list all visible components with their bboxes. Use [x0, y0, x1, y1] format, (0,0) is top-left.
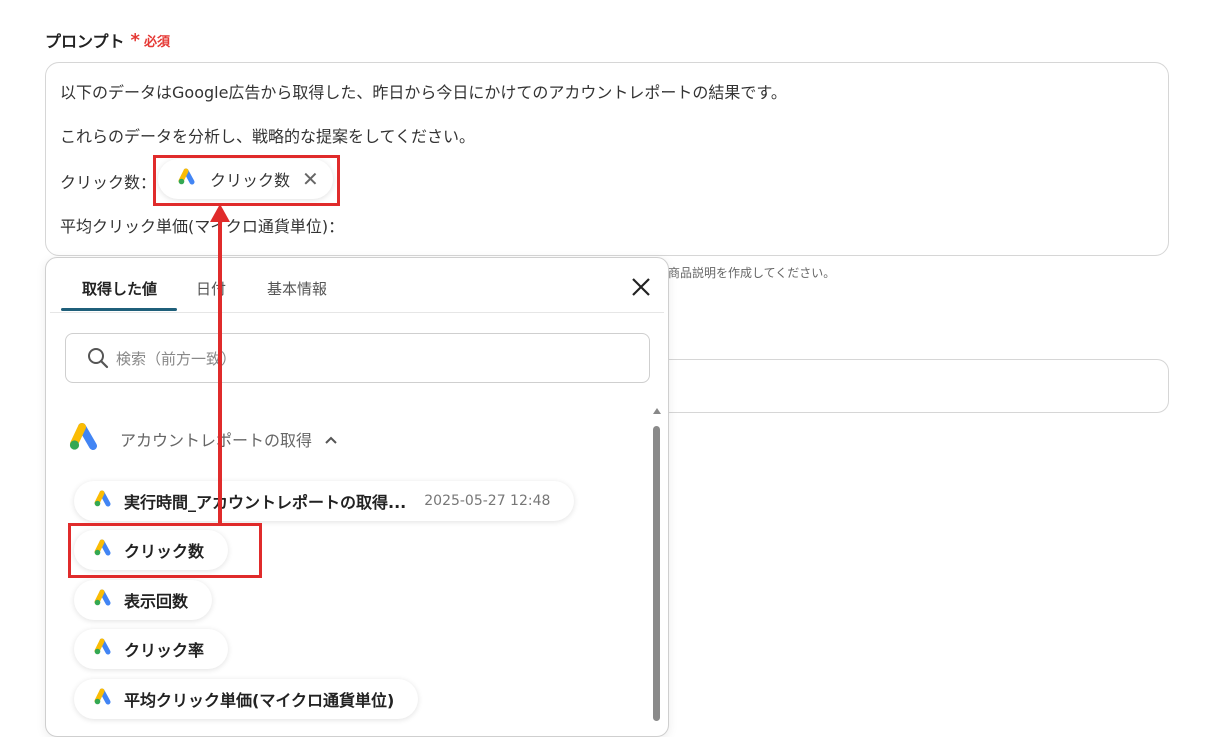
google-ads-icon: [94, 490, 114, 512]
list-item[interactable]: 実行時間_アカウントレポートの取得... 2025-05-27 12:48: [74, 481, 575, 521]
google-ads-icon: [94, 688, 114, 710]
section-title: アカウントレポートの取得: [120, 431, 313, 450]
prompt-line-1: 以下のデータはGoogle広告から取得した、昨日から今日にかけてのアカウントレポ…: [60, 83, 787, 102]
annotation-arrow-head: [210, 204, 230, 222]
item-label: クリック率: [124, 641, 205, 660]
list-item[interactable]: クリック率: [74, 629, 229, 669]
search-field[interactable]: [65, 333, 650, 383]
scrollbar-thumb[interactable]: [653, 426, 660, 721]
field-label-text: プロンプト: [45, 32, 125, 51]
google-ads-icon: [94, 638, 114, 660]
scroll-up-icon[interactable]: [653, 408, 661, 414]
section-header[interactable]: アカウントレポートの取得: [68, 422, 338, 456]
item-label: 実行時間_アカウントレポートの取得...: [124, 493, 407, 512]
variable-picker-panel: 取得した値 日付 基本情報 アカウントレポートの取得: [45, 257, 669, 737]
prompt-line-3: クリック数：: [60, 173, 157, 192]
list-item[interactable]: 表示回数: [74, 580, 213, 620]
search-input[interactable]: [114, 344, 618, 374]
secondary-input[interactable]: [640, 359, 1169, 413]
prompt-line-4: 平均クリック単価(マイクロ通貨単位)：: [60, 217, 345, 236]
active-tab-indicator: [61, 308, 177, 311]
scrollbar[interactable]: [651, 408, 661, 728]
list-item[interactable]: 平均クリック単価(マイクロ通貨単位): [74, 679, 419, 719]
required-text: 必須: [143, 34, 170, 50]
tab-acquired-values[interactable]: 取得した値: [82, 278, 157, 299]
chevron-up-icon[interactable]: [324, 432, 338, 446]
required-asterisk: *: [130, 29, 140, 51]
highlight-box-item: [68, 523, 262, 578]
tab-basic-info[interactable]: 基本情報: [267, 278, 327, 299]
highlight-box-chip: [153, 155, 340, 206]
search-icon: [86, 346, 110, 370]
annotation-arrow-line: [218, 220, 222, 525]
close-icon[interactable]: [629, 275, 653, 299]
google-ads-icon: [68, 422, 102, 456]
google-ads-icon: [94, 589, 114, 611]
helper-text: 商品説明を作成してください。: [668, 266, 836, 280]
item-label: 平均クリック単価(マイクロ通貨単位): [124, 691, 395, 710]
prompt-field-label: プロンプト * 必須: [45, 28, 170, 52]
prompt-line-2: これらのデータを分析し、戦略的な提案をしてください。: [60, 127, 476, 146]
item-value: 2025-05-27 12:48: [424, 493, 551, 509]
item-label: 表示回数: [124, 592, 189, 611]
tab-divider: [50, 312, 664, 313]
